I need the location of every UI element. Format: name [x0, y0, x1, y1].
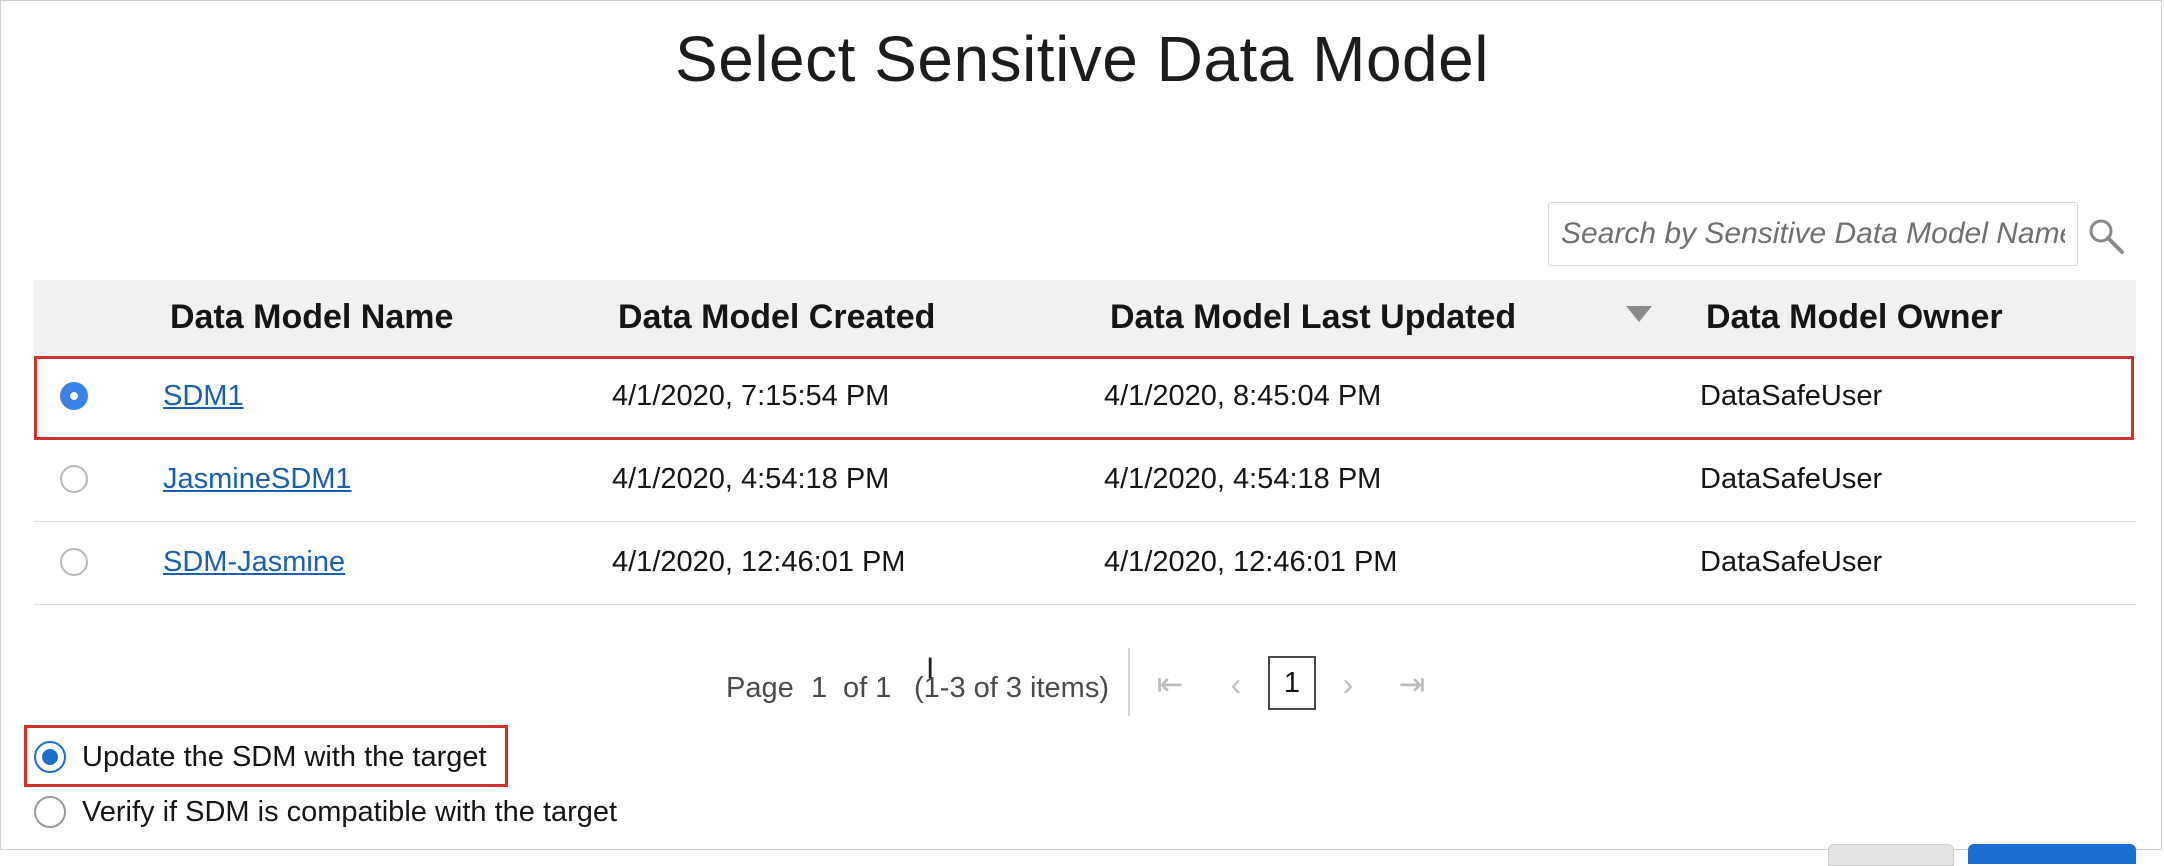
page-number: 1	[811, 672, 828, 704]
search-icon[interactable]	[2086, 216, 2126, 256]
data-model-name-link[interactable]: JasmineSDM1	[163, 463, 352, 496]
update-sdm-label[interactable]: Update the SDM with the target	[82, 741, 487, 774]
table-row[interactable]: SDM1 4/1/2020, 7:15:54 PM 4/1/2020, 8:45…	[34, 356, 2136, 439]
owner-cell: DataSafeUser	[1700, 463, 1883, 495]
column-header-owner[interactable]: Data Model Owner	[1706, 298, 2003, 337]
sort-descending-icon[interactable]	[1626, 306, 1652, 324]
last-updated-cell: 4/1/2020, 12:46:01 PM	[1104, 546, 1398, 578]
page-title: Select Sensitive Data Model	[675, 23, 1489, 95]
pagination: Page 1 of 1 (1-3 of 3 items)	[0, 662, 2164, 714]
data-model-name-link[interactable]: SDM-Jasmine	[163, 546, 345, 579]
table-row[interactable]: JasmineSDM1 4/1/2020, 4:54:18 PM 4/1/202…	[34, 439, 2136, 522]
table-row[interactable]: SDM-Jasmine 4/1/2020, 12:46:01 PM 4/1/20…	[34, 522, 2136, 605]
search-input[interactable]	[1549, 203, 2077, 265]
data-model-name-link[interactable]: SDM1	[163, 380, 244, 413]
page-of-label: of 1	[843, 672, 892, 704]
row-radio[interactable]	[60, 465, 88, 493]
search-box[interactable]	[1548, 202, 2078, 266]
last-updated-cell: 4/1/2020, 4:54:18 PM	[1104, 463, 1382, 495]
page-label: Page	[726, 672, 794, 704]
items-count-label: (1-3 of 3 items)	[914, 672, 1109, 704]
last-page-icon[interactable]: ⇥	[1392, 664, 1432, 704]
owner-cell: DataSafeUser	[1700, 546, 1883, 578]
previous-page-icon[interactable]: ‹	[1216, 664, 1256, 704]
primary-button-edge[interactable]	[1968, 844, 2136, 864]
last-updated-cell: 4/1/2020, 8:45:04 PM	[1104, 380, 1382, 412]
current-page-button[interactable]: 1	[1268, 656, 1316, 710]
pagination-divider	[1128, 648, 1130, 716]
row-radio[interactable]	[60, 548, 88, 576]
column-header-last-updated[interactable]: Data Model Last Updated	[1110, 298, 1516, 337]
update-sdm-radio[interactable]	[34, 741, 66, 773]
data-model-table: Data Model Name Data Model Created Data …	[34, 280, 2136, 605]
created-cell: 4/1/2020, 4:54:18 PM	[612, 463, 890, 495]
created-cell: 4/1/2020, 7:15:54 PM	[612, 380, 890, 412]
verify-sdm-label[interactable]: Verify if SDM is compatible with the tar…	[82, 796, 617, 829]
row-radio-selected[interactable]	[60, 382, 88, 410]
text-cursor-icon: I	[926, 652, 935, 685]
table-header: Data Model Name Data Model Created Data …	[34, 280, 2136, 356]
column-header-name[interactable]: Data Model Name	[170, 298, 453, 337]
secondary-button-edge[interactable]	[1828, 844, 1954, 866]
owner-cell: DataSafeUser	[1700, 380, 1883, 412]
column-header-created[interactable]: Data Model Created	[618, 298, 935, 337]
verify-sdm-radio[interactable]	[34, 796, 66, 828]
next-page-icon[interactable]: ›	[1328, 664, 1368, 704]
created-cell: 4/1/2020, 12:46:01 PM	[612, 546, 906, 578]
first-page-icon[interactable]: ⇤	[1150, 664, 1190, 704]
